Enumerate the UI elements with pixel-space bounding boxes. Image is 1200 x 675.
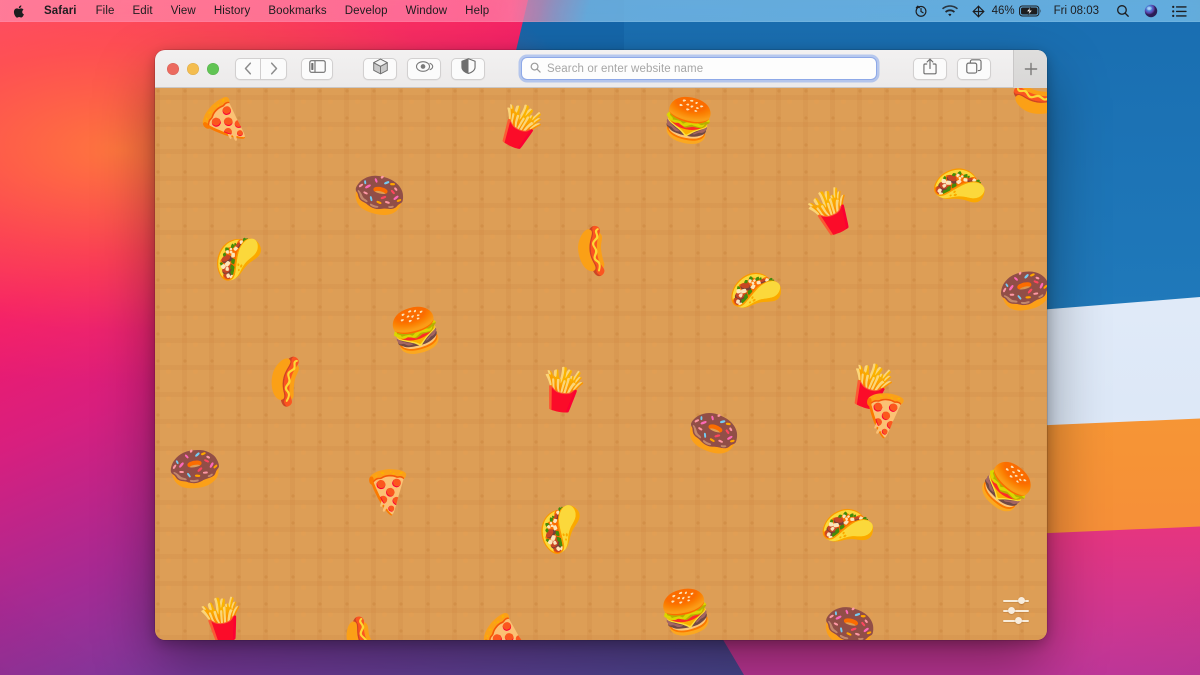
food-emoji-donut: 🍩	[164, 441, 226, 498]
magnifier-icon	[530, 60, 541, 78]
share-icon	[923, 58, 937, 80]
toolbar-right-buttons	[913, 50, 1047, 88]
safari-toolbar: Search or enter website name	[155, 50, 1047, 88]
menu-item-help[interactable]: Help	[456, 0, 498, 22]
battery-percent-label: 46%	[991, 5, 1015, 17]
slider-track-1	[1003, 597, 1029, 605]
back-button[interactable]	[235, 57, 261, 80]
sliders-adjust-icon[interactable]	[1003, 597, 1029, 625]
address-input[interactable]: Search or enter website name	[521, 57, 877, 80]
reader-contrast-button[interactable]	[451, 57, 485, 80]
list-icon[interactable]	[1165, 5, 1191, 18]
window-controls	[167, 62, 219, 75]
cube-icon	[372, 58, 389, 80]
clock-arrow-icon[interactable]	[907, 4, 935, 18]
slider-track-2	[1003, 607, 1029, 615]
siri-icon[interactable]	[1137, 4, 1165, 18]
privacy-report-icon	[415, 60, 434, 78]
menu-bar-status-area: 46% Fri 08:03	[907, 4, 1200, 18]
zoom-button[interactable]	[207, 62, 219, 75]
menu-item-history[interactable]: History	[205, 0, 259, 22]
tab-overview-button[interactable]	[957, 57, 991, 80]
share-button[interactable]	[913, 57, 947, 80]
minimize-button[interactable]	[187, 62, 199, 75]
new-tab-button[interactable]	[1013, 50, 1047, 88]
wifi-icon[interactable]	[935, 4, 965, 18]
menu-item-view[interactable]: View	[162, 0, 205, 22]
navigation-buttons	[235, 57, 287, 80]
sidebar-icon	[308, 59, 326, 78]
privacy-report-button[interactable]	[407, 57, 441, 80]
menu-item-bookmarks[interactable]: Bookmarks	[259, 0, 335, 22]
tab-overview-icon	[966, 58, 982, 79]
sidebar-button[interactable]	[301, 57, 333, 80]
safari-window[interactable]: Search or enter website name 🍕 🍟 🍔 🌭 🍩 🌮…	[155, 50, 1047, 640]
close-button[interactable]	[167, 62, 179, 75]
menu-item-window[interactable]: Window	[397, 0, 457, 22]
page-content: 🍕🍟🍔🌭🍩🌮🍟🌮🌭🌮🍩🍔🌭🍟🍟🍩🍕🍩🍕🌮🌮🍔🍟🍔🍩🌭🍕	[155, 88, 1047, 640]
menu-item-file[interactable]: File	[87, 0, 124, 22]
forward-button[interactable]	[261, 57, 287, 80]
menu-item-safari[interactable]: Safari	[35, 0, 87, 22]
reader-contrast-icon	[460, 58, 476, 79]
address-placeholder-text: Search or enter website name	[547, 62, 704, 75]
menubar-clock[interactable]: Fri 08:03	[1050, 5, 1109, 17]
cube-3d-button[interactable]	[363, 57, 397, 80]
menu-item-edit[interactable]: Edit	[124, 0, 162, 22]
food-emoji-fries: 🍟	[533, 362, 592, 418]
food-emoji-hamburger: 🍔	[657, 92, 719, 149]
food-emoji-donut: 🍩	[993, 261, 1047, 322]
slider-track-3	[1003, 617, 1029, 625]
apple-logo-icon[interactable]	[8, 4, 35, 19]
menu-item-develop[interactable]: Develop	[336, 0, 397, 22]
battery-charging-icon[interactable]	[1018, 5, 1050, 17]
control-center-icon[interactable]	[965, 4, 992, 18]
food-emoji-fries: 🍟	[193, 592, 252, 640]
search-icon[interactable]	[1109, 4, 1137, 18]
menu-bar: Safari File Edit View History Bookmarks …	[0, 0, 1200, 22]
address-bar-container: Search or enter website name	[485, 57, 913, 80]
menu-bar-left: Safari File Edit View History Bookmarks …	[0, 0, 498, 22]
